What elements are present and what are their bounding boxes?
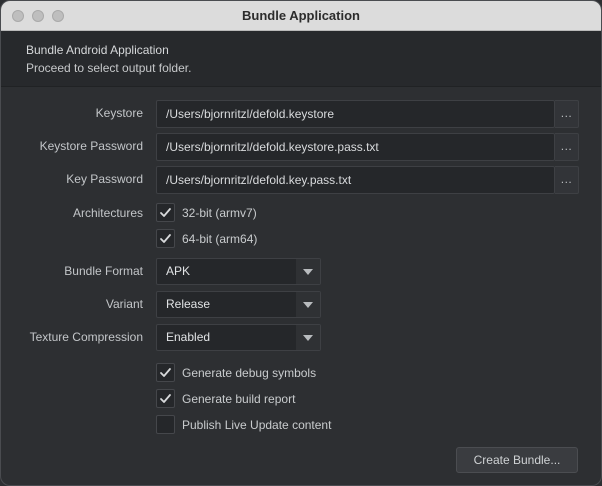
bundle-format-value: APK bbox=[166, 264, 191, 278]
key-password-field[interactable]: /Users/bjornritzl/defold.key.pass.txt bbox=[156, 166, 555, 194]
bundle-dialog-window: Bundle Application Bundle Android Applic… bbox=[0, 0, 602, 486]
dialog-header: Bundle Android Application Proceed to se… bbox=[1, 31, 601, 87]
key-password-browse-button[interactable]: ... bbox=[555, 166, 579, 194]
keystore-password-label: Keystore Password bbox=[39, 139, 143, 153]
checkmark-icon bbox=[160, 234, 171, 243]
arm64-label: 64-bit (arm64) bbox=[182, 232, 258, 246]
texture-compression-select[interactable]: Enabled bbox=[156, 324, 321, 351]
checkmark-icon bbox=[160, 368, 171, 377]
chevron-down-icon bbox=[296, 259, 320, 284]
window-title: Bundle Application bbox=[242, 8, 360, 23]
build-report-label: Generate build report bbox=[182, 392, 296, 406]
title-bar: Bundle Application bbox=[1, 1, 601, 31]
chevron-down-icon bbox=[296, 325, 320, 350]
header-title: Bundle Android Application bbox=[26, 43, 169, 57]
keystore-field[interactable]: /Users/bjornritzl/defold.keystore bbox=[156, 100, 555, 128]
arm64-checkbox[interactable] bbox=[156, 229, 175, 248]
keystore-password-field[interactable]: /Users/bjornritzl/defold.keystore.pass.t… bbox=[156, 133, 555, 161]
architectures-label: Architectures bbox=[72, 206, 143, 220]
build-report-checkbox[interactable] bbox=[156, 389, 175, 408]
chevron-down-icon bbox=[296, 292, 320, 317]
live-update-label: Publish Live Update content bbox=[182, 418, 332, 432]
create-bundle-button[interactable]: Create Bundle... bbox=[456, 447, 578, 473]
key-password-label: Key Password bbox=[66, 172, 143, 186]
header-subtitle: Proceed to select output folder. bbox=[26, 61, 192, 75]
keystore-password-browse-button[interactable]: ... bbox=[555, 133, 579, 161]
armv7-label: 32-bit (armv7) bbox=[182, 206, 257, 220]
keystore-browse-button[interactable]: ... bbox=[555, 100, 579, 128]
bundle-format-label: Bundle Format bbox=[64, 264, 143, 278]
texture-compression-label: Texture Compression bbox=[29, 330, 143, 344]
debug-symbols-checkbox[interactable] bbox=[156, 363, 175, 382]
keystore-label: Keystore bbox=[95, 106, 143, 120]
armv7-checkbox[interactable] bbox=[156, 203, 175, 222]
variant-label: Variant bbox=[105, 297, 143, 311]
texture-compression-value: Enabled bbox=[166, 330, 211, 344]
checkmark-icon bbox=[160, 394, 171, 403]
live-update-checkbox[interactable] bbox=[156, 415, 175, 434]
variant-value: Release bbox=[166, 297, 211, 311]
bundle-format-select[interactable]: APK bbox=[156, 258, 321, 285]
checkmark-icon bbox=[160, 208, 171, 217]
variant-select[interactable]: Release bbox=[156, 291, 321, 318]
debug-symbols-label: Generate debug symbols bbox=[182, 366, 317, 380]
